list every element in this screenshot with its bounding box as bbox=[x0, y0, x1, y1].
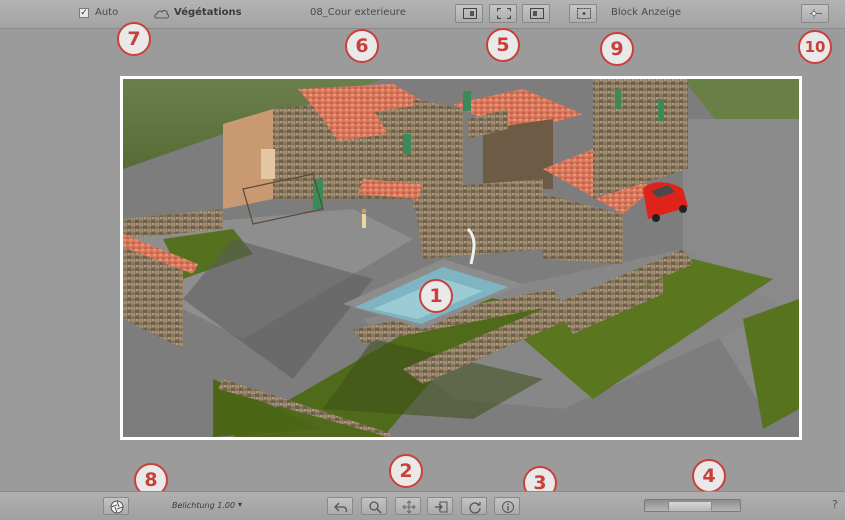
block-display-button[interactable] bbox=[569, 4, 597, 23]
badge-10: 10 bbox=[798, 30, 832, 64]
badge-1: 1 bbox=[419, 279, 453, 313]
block-display-icon bbox=[577, 8, 591, 19]
scene-name[interactable]: 08_Cour exterieure bbox=[310, 7, 406, 18]
info-button[interactable] bbox=[494, 497, 520, 515]
vegetation-toggle[interactable]: Végétations bbox=[174, 7, 242, 18]
frame-left-button[interactable] bbox=[455, 4, 483, 23]
cloud-icon bbox=[154, 9, 170, 19]
fit-view-button[interactable] bbox=[489, 4, 517, 23]
bottom-toolbar: Belichtung 1.00 ▾ ? bbox=[0, 491, 845, 520]
frame-left-icon bbox=[463, 8, 477, 19]
aperture-icon bbox=[110, 500, 124, 514]
zoom-button[interactable] bbox=[361, 497, 387, 515]
light-settings-icon bbox=[810, 9, 822, 18]
badge-7: 7 bbox=[117, 22, 151, 56]
pan-icon bbox=[402, 500, 416, 514]
frame-right-button[interactable] bbox=[522, 4, 550, 23]
undo-button[interactable] bbox=[327, 497, 353, 515]
badge-5: 5 bbox=[486, 28, 520, 62]
light-settings-button[interactable] bbox=[801, 4, 829, 23]
refresh-icon bbox=[469, 502, 481, 514]
slider-thumb[interactable] bbox=[668, 501, 712, 512]
badge-2: 2 bbox=[389, 454, 423, 488]
frame-right-icon bbox=[530, 8, 544, 19]
zoom-icon bbox=[369, 501, 382, 514]
house-render bbox=[123, 79, 799, 437]
pan-button[interactable] bbox=[395, 497, 421, 515]
exposure-dropdown[interactable]: Belichtung 1.00 bbox=[172, 501, 235, 510]
render-viewport[interactable] bbox=[120, 76, 802, 440]
auto-label: Auto bbox=[95, 7, 119, 18]
view-slider[interactable] bbox=[644, 499, 741, 512]
badge-9: 9 bbox=[600, 32, 634, 66]
fit-view-icon bbox=[497, 8, 511, 19]
block-display-label: Block Anzeige bbox=[611, 7, 682, 18]
badge-4: 4 bbox=[692, 459, 726, 493]
undo-icon bbox=[334, 502, 348, 513]
export-icon bbox=[435, 501, 448, 513]
help-button[interactable]: ? bbox=[832, 498, 838, 511]
exposure-arrow-icon[interactable]: ▾ bbox=[238, 500, 242, 509]
badge-6: 6 bbox=[345, 29, 379, 63]
export-button[interactable] bbox=[427, 497, 453, 515]
refresh-button[interactable] bbox=[461, 497, 487, 515]
auto-checkbox[interactable]: ✓ bbox=[79, 8, 89, 18]
aperture-button[interactable] bbox=[103, 497, 129, 515]
info-icon bbox=[502, 501, 514, 513]
